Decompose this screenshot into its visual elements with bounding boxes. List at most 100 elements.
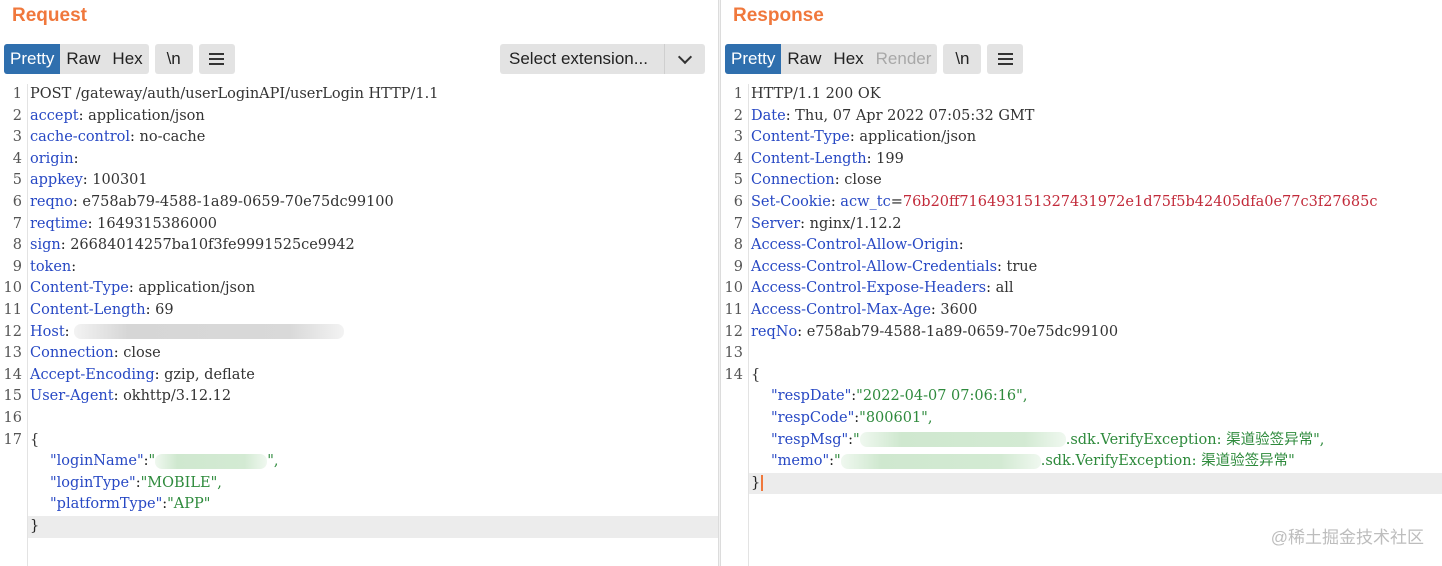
header-name: Access-Control-Max-Age [751,302,931,318]
code-line: 2 accept: application/json [0,106,718,128]
header-name: Content-Length [751,150,867,167]
line-number: 13 [3,345,22,362]
hamburger-icon [209,58,225,60]
line-text: { [751,366,761,383]
line-number: 10 [3,280,22,297]
header-name: Access-Control-Expose-Headers [751,280,987,297]
line-number: 6 [733,194,743,210]
line-text: HTTP/1.1 200 OK [751,86,881,102]
watermark: @稀土掘金技术社区 [1270,528,1424,547]
header-name: reqno [30,194,73,210]
response-editor[interactable]: 1 HTTP/1.1 200 OK 2 Date: Thu, 07 Apr 2022 … [721,84,1442,566]
header-name: Date [751,107,786,124]
redacted-memo [840,453,1041,469]
code-line: 10 Content-Type: application/json [0,278,718,300]
line-number: 8 [12,237,22,254]
request-tab-pretty[interactable]: Pretty [4,44,61,74]
code-line: 3 cache-control: no-cache [0,127,718,149]
header-name: appkey [30,172,83,189]
line-number: 10 [724,280,743,297]
select-extension-dropdown[interactable]: Select extension... [500,44,705,74]
request-tab-raw[interactable]: Raw [60,44,106,74]
line-number: 13 [724,345,743,362]
header-value: e758ab79-4588-1a89-0659-70e75dc99100 [802,323,1119,340]
line-number: 3 [733,129,743,146]
line-number: 12 [724,323,743,340]
response-tab-hex[interactable]: Hex [827,44,869,74]
response-tab-render[interactable]: Render [870,44,938,74]
redacted-resp-msg [859,432,1066,448]
response-tab-raw[interactable]: Raw [781,44,827,74]
code-line: 2 Date: Thu, 07 Apr 2022 07:05:32 GMT [721,106,1442,128]
header-value: e758ab79-4588-1a89-0659-70e75dc99100 [77,194,394,210]
header-value: no-cache [134,129,206,146]
line-number: 14 [724,366,743,383]
code-line: 17 { [0,430,718,452]
line-number: 12 [3,323,22,340]
code-line: 10 Access-Control-Expose-Headers: all [721,278,1442,300]
code-line: 8 sign: 26684014257ba10f3fe9991525ce9942 [0,235,718,257]
line-number: 6 [12,194,22,210]
header-value: nginx/1.12.2 [805,215,902,232]
header-name: origin [30,150,74,167]
code-line: 4 origin: [0,149,718,171]
header-name: Content-Type [30,280,129,297]
request-newline-toggle[interactable]: \n [154,44,193,74]
header-value: close [118,345,161,362]
code-line: 6 reqno: e758ab79-4588-1a89-0659-70e75dc9… [0,192,718,214]
header-value: 100301 [87,172,148,189]
line-number: 9 [733,258,743,275]
code-line: "platformType":"APP" [50,496,211,513]
code-line: 5 Connection: close [721,170,1442,192]
response-pane: Response Pretty Raw Hex Render \n 1 HTTP/… [721,0,1442,566]
request-menu-button[interactable] [198,44,235,74]
header-name: Access-Control-Allow-Credentials [751,258,998,275]
line-number: 1 [12,86,22,102]
header-name: token [30,258,72,275]
header-value: application/json [133,280,256,297]
code-line: 15 User-Agent: okhttp/3.12.12 [0,386,718,408]
code-line: 7 reqtime: 1649315386000 [0,214,718,236]
header-name: reqNo [751,323,798,340]
redacted-login-name [155,453,268,469]
line-number: 8 [733,237,743,254]
code-line: 11 Content-Length: 69 [0,300,718,322]
code-line: } [721,473,1442,495]
line-number: 2 [12,107,22,124]
request-editor[interactable]: 1 POST /gateway/auth/userLoginAPI/userLog… [0,84,718,566]
response-menu-button[interactable] [987,44,1024,74]
line-number: 17 [3,431,22,448]
code-line: 13 [721,343,1442,365]
request-pane: Request Pretty Raw Hex \n Select extensi… [0,0,718,566]
header-value: Thu, 07 Apr 2022 07:05:32 GMT [790,107,1035,124]
line-number: 5 [733,172,743,189]
code-line: 12 reqNo: e758ab79-4588-1a89-0659-70e75dc… [721,322,1442,344]
header-value: true [1001,258,1038,275]
line-number: 9 [12,258,22,275]
code-line: 1 POST /gateway/auth/userLoginAPI/userLog… [0,84,718,106]
response-newline-toggle[interactable]: \n [943,44,982,74]
header-value: application/json [83,107,205,124]
code-line: 5 appkey: 100301 [0,170,718,192]
code-line: 6 Set-Cookie: acw_tc=76b20ff7164931513274… [721,192,1442,214]
response-view-tabs: Pretty Raw Hex Render [725,44,938,74]
code-line: 9 Access-Control-Allow-Credentials: true [721,257,1442,279]
line-number: 2 [733,107,743,124]
redacted-host [74,324,345,340]
response-title: Response [733,5,824,26]
line-number: 14 [3,366,22,383]
line-number: 15 [3,388,22,405]
code-line: 3 Content-Type: application/json [721,127,1442,149]
line-number: 16 [3,410,22,426]
header-value: gzip, deflate [159,366,255,383]
response-tab-pretty[interactable]: Pretty [725,44,782,74]
code-line: 11 Access-Control-Max-Age: 3600 [721,300,1442,322]
code-line: "respCode":"800601", [771,410,933,426]
request-tab-hex[interactable]: Hex [106,44,148,74]
code-line: 4 Content-Length: 199 [721,149,1442,171]
chevron-down-icon [665,49,705,64]
header-name: Content-Type [751,129,850,146]
code-line: "loginName":" ", [50,453,279,470]
request-view-tabs: Pretty Raw Hex [4,44,149,74]
code-line: 14 Accept-Encoding: gzip, deflate [0,365,718,387]
